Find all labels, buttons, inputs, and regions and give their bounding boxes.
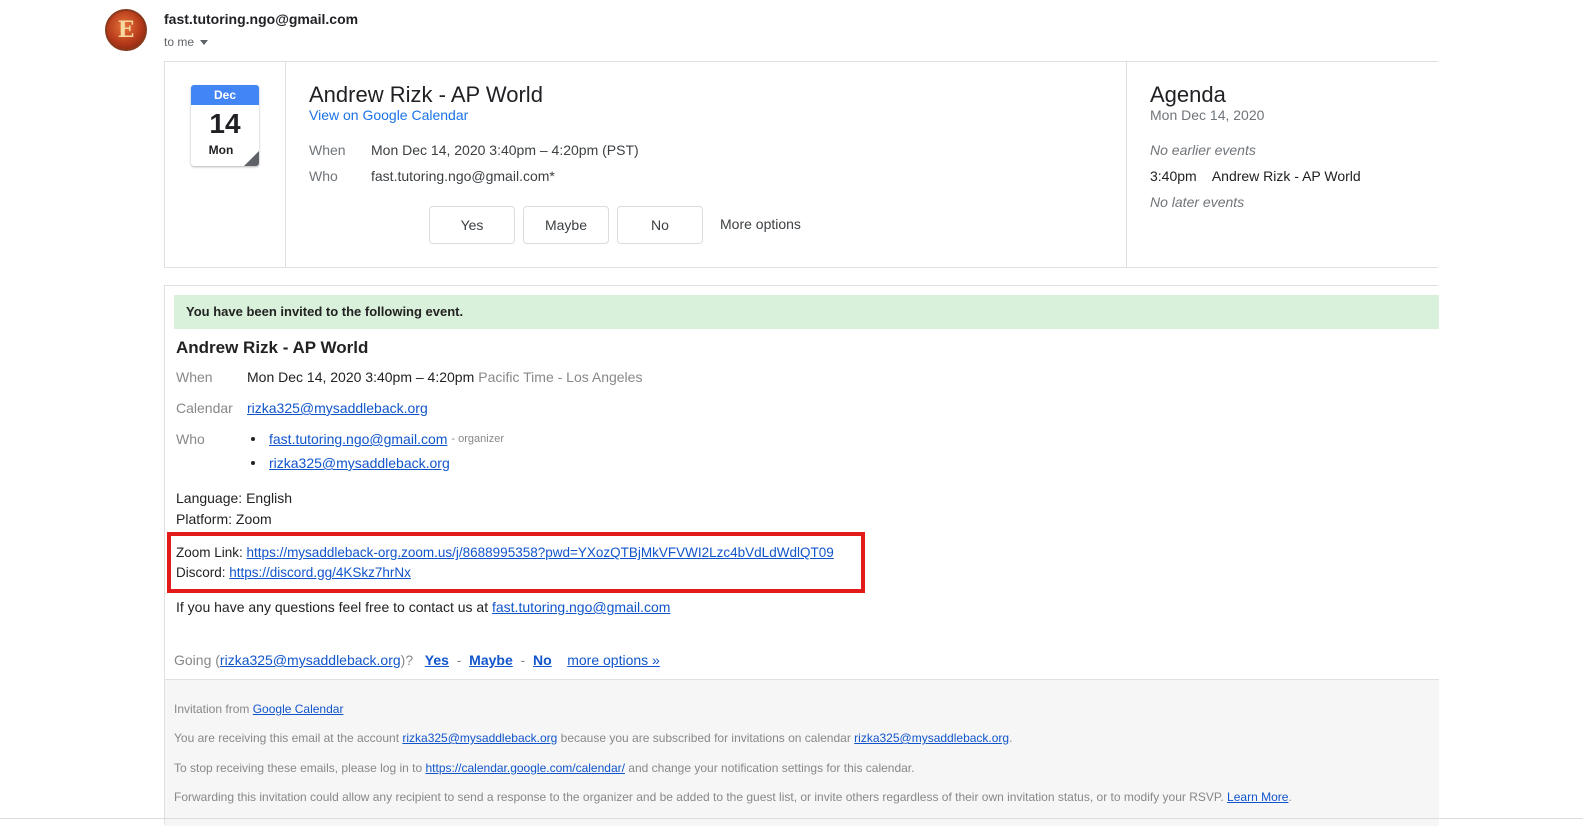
google-calendar-url-link[interactable]: https://calendar.google.com/calendar/ [425, 761, 624, 775]
questions-row: If you have any questions feel free to c… [176, 599, 670, 615]
bullet-icon [251, 461, 255, 465]
footer-text: and change your notification settings fo… [628, 761, 915, 775]
agenda-event-time: 3:40pm [1150, 168, 1197, 184]
divider [0, 818, 1583, 819]
guest-email-link[interactable]: rizka325@mysaddleback.org [269, 455, 450, 471]
learn-more-link[interactable]: Learn More [1227, 790, 1288, 804]
invite-when-row: When Mon Dec 14, 2020 3:40pm – 4:20pm Pa… [176, 369, 642, 385]
bullet-icon [251, 437, 255, 441]
when-value: Mon Dec 14, 2020 3:40pm – 4:20pm (PST) [371, 142, 639, 158]
footer-invitation-from: Invitation from Google Calendar [174, 702, 343, 716]
page-fold-icon [244, 151, 259, 166]
invite-calendar-link[interactable]: rizka325@mysaddleback.org [247, 400, 428, 416]
rsvp-maybe-button[interactable]: Maybe [523, 206, 609, 244]
who-label: Who [309, 168, 338, 184]
footer-text: Forwarding this invitation could allow a… [174, 790, 1224, 804]
invite-calendar-row: Calendar rizka325@mysaddleback.org [176, 400, 428, 416]
going-row: Going (rizka325@mysaddleback.org)? Yes -… [174, 652, 660, 668]
questions-text: If you have any questions feel free to c… [176, 599, 489, 615]
rsvp-no-button[interactable]: No [617, 206, 703, 244]
who-value: fast.tutoring.ngo@gmail.com* [371, 168, 555, 184]
footer-text: You are receiving this email at the acco… [174, 731, 400, 745]
event-title: Andrew Rizk - AP World [309, 82, 543, 107]
invite-title: Andrew Rizk - AP World [176, 338, 369, 357]
guest-item: rizka325@mysaddleback.org [247, 455, 450, 471]
invite-who-label: Who [176, 431, 205, 447]
footer-receiving: You are receiving this email at the acco… [174, 731, 1012, 745]
invite-banner: You have been invited to the following e… [174, 295, 1439, 329]
going-no-link[interactable]: No [533, 652, 552, 668]
invite-calendar-label: Calendar [176, 400, 233, 416]
chevron-down-icon[interactable] [200, 39, 209, 45]
when-label: When [309, 142, 346, 158]
language-text: Language: English [176, 490, 292, 506]
google-calendar-link[interactable]: Google Calendar [253, 702, 344, 716]
event-who-row: Who fast.tutoring.ngo@gmail.com* [309, 168, 555, 184]
platform-text: Platform: Zoom [176, 511, 272, 527]
calendar-month: Dec [191, 85, 259, 105]
going-maybe-link[interactable]: Maybe [469, 652, 513, 668]
going-more-options-link[interactable]: more options » [567, 652, 660, 668]
agenda-panel: Agenda Mon Dec 14, 2020 No earlier event… [1127, 62, 1438, 267]
recipient-label: to me [164, 35, 195, 49]
invitation-body: You have been invited to the following e… [164, 285, 1439, 826]
footer-text: Invitation from [174, 702, 250, 716]
rsvp-yes-button[interactable]: Yes [429, 206, 515, 244]
guest-item: fast.tutoring.ngo@gmail.com - organizer [247, 431, 504, 447]
recipient-toggle[interactable]: to me [164, 35, 209, 49]
date-column: Dec 14 Mon [165, 62, 286, 267]
event-card: Dec 14 Mon Andrew Rizk - AP World View o… [164, 61, 1438, 268]
agenda-title: Agenda [1150, 82, 1226, 107]
agenda-no-later: No later events [1150, 194, 1245, 210]
calendar-day: 14 [209, 108, 241, 139]
going-suffix: )? [400, 652, 414, 668]
footer-text: To stop receiving these emails, please l… [174, 761, 423, 775]
invite-when-label: When [176, 369, 213, 385]
sender-avatar[interactable]: E [105, 9, 147, 51]
invite-when-value: Mon Dec 14, 2020 3:40pm – 4:20pm [247, 369, 475, 385]
going-yes-link[interactable]: Yes [425, 652, 449, 668]
event-summary: Andrew Rizk - AP World View on Google Ca… [286, 62, 1127, 267]
going-prefix: Going ( [174, 652, 220, 668]
account-email-link[interactable]: rizka325@mysaddleback.org [402, 731, 557, 745]
agenda-no-earlier: No earlier events [1150, 142, 1256, 158]
invite-when-timezone: Pacific Time - Los Angeles [478, 369, 643, 385]
highlight-annotation [167, 532, 865, 593]
agenda-event[interactable]: 3:40pm Andrew Rizk - AP World [1150, 168, 1361, 184]
calendar-date-icon: Dec 14 Mon [191, 85, 259, 166]
sender-email[interactable]: fast.tutoring.ngo@gmail.com [164, 11, 358, 27]
more-options-button[interactable]: More options [720, 216, 801, 232]
footer-text: . [1009, 731, 1013, 745]
contact-email-link[interactable]: fast.tutoring.ngo@gmail.com [492, 599, 670, 615]
separator: - [520, 652, 526, 668]
invite-footer: Invitation from Google Calendar You are … [165, 679, 1439, 826]
footer-stop: To stop receiving these emails, please l… [174, 761, 914, 775]
agenda-date: Mon Dec 14, 2020 [1150, 107, 1265, 123]
guest-role: - organizer [451, 433, 504, 445]
calendar-email-link[interactable]: rizka325@mysaddleback.org [854, 731, 1009, 745]
footer-text: because you are subscribed for invitatio… [560, 731, 851, 745]
agenda-event-title: Andrew Rizk - AP World [1211, 168, 1361, 184]
footer-forwarding: Forwarding this invitation could allow a… [174, 790, 1292, 804]
guest-email-link[interactable]: fast.tutoring.ngo@gmail.com [269, 431, 447, 447]
event-when-row: When Mon Dec 14, 2020 3:40pm – 4:20pm (P… [309, 142, 639, 158]
separator: - [456, 652, 462, 668]
invite-who-row: Who [176, 431, 247, 447]
avatar-letter: E [117, 17, 135, 43]
view-on-google-calendar-link[interactable]: View on Google Calendar [309, 107, 468, 123]
footer-text: . [1288, 790, 1292, 804]
going-email-link[interactable]: rizka325@mysaddleback.org [220, 652, 401, 668]
